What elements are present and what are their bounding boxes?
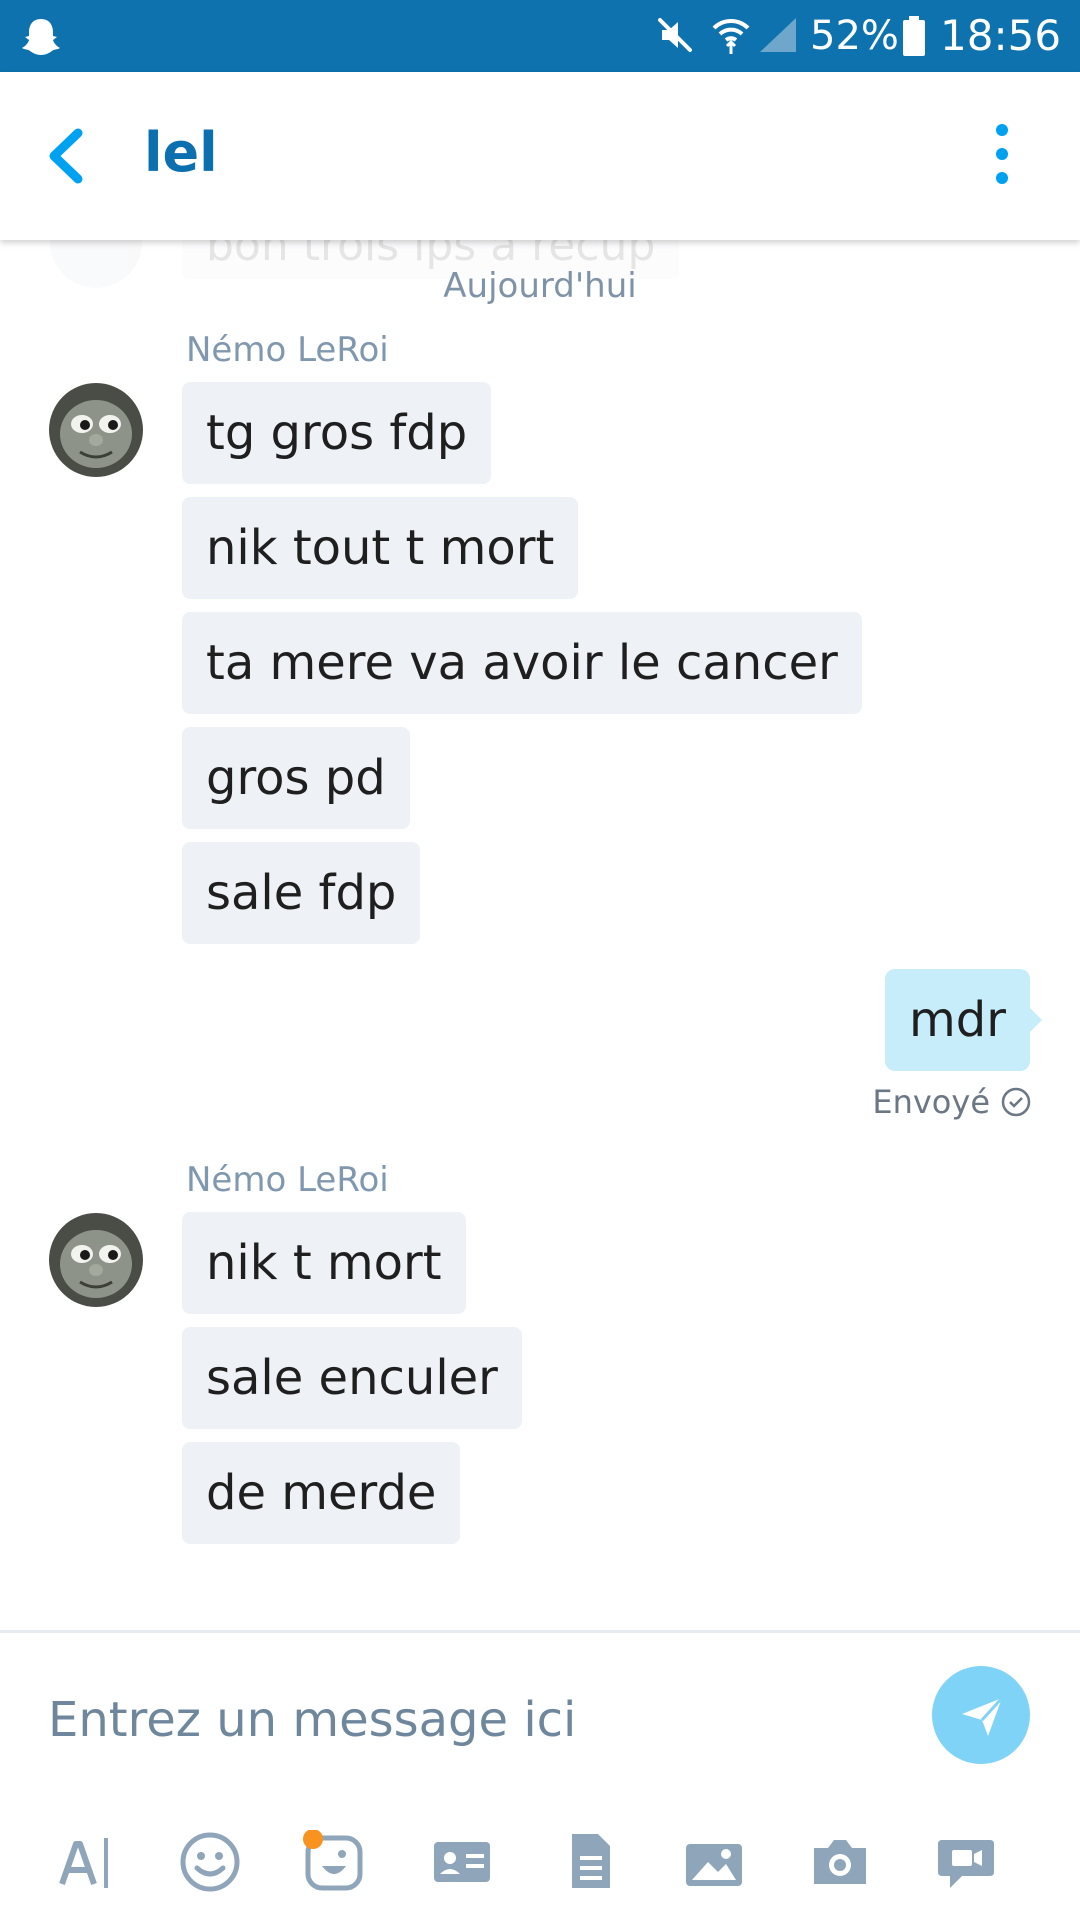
message-bubble[interactable]: sale enculer bbox=[182, 1327, 522, 1429]
outgoing-message-bubble[interactable]: mdr bbox=[885, 969, 1042, 1071]
mute-icon bbox=[658, 18, 692, 52]
send-button[interactable] bbox=[932, 1666, 1030, 1764]
text-format-icon[interactable] bbox=[54, 1830, 118, 1894]
conversation-header: lel bbox=[0, 72, 1080, 240]
message-bubble[interactable]: nik t mort bbox=[182, 1212, 466, 1314]
message-list[interactable]: bon trois ips a recup Aujourd'hui Némo L… bbox=[0, 240, 1080, 1630]
message-bubble[interactable]: de merde bbox=[182, 1442, 461, 1544]
wifi-icon bbox=[712, 18, 750, 54]
file-icon[interactable] bbox=[558, 1830, 622, 1894]
message-input[interactable]: Entrez un message ici bbox=[48, 1690, 908, 1750]
avatar[interactable] bbox=[48, 1212, 144, 1308]
battery-percent: 52% bbox=[810, 13, 899, 59]
clock: 18:56 bbox=[940, 11, 1062, 60]
battery-icon bbox=[903, 16, 925, 56]
back-arrow-icon[interactable] bbox=[44, 127, 88, 185]
sender-name: Némo LeRoi bbox=[186, 330, 389, 370]
message-bubble[interactable]: nik tout t mort bbox=[182, 497, 579, 599]
sender-name: Némo LeRoi bbox=[186, 1160, 389, 1200]
bubble-tail bbox=[1029, 1007, 1042, 1033]
signal-icon bbox=[760, 18, 796, 52]
message-bubble[interactable]: sale fdp bbox=[182, 842, 421, 944]
more-options-icon[interactable] bbox=[982, 120, 1022, 192]
message-bubble[interactable]: gros pd bbox=[182, 727, 410, 829]
delivery-status: Envoyé bbox=[872, 1082, 1032, 1122]
camera-icon[interactable] bbox=[808, 1830, 872, 1894]
snapchat-ghost-icon bbox=[22, 19, 60, 55]
emoji-icon[interactable] bbox=[178, 1830, 242, 1894]
date-separator: Aujourd'hui bbox=[443, 266, 637, 306]
send-icon bbox=[962, 1696, 1004, 1736]
composer-divider bbox=[0, 1630, 1080, 1633]
check-circle-icon bbox=[1001, 1087, 1031, 1117]
video-message-icon[interactable] bbox=[934, 1830, 998, 1894]
contact-card-icon[interactable] bbox=[430, 1830, 494, 1894]
message-bubble[interactable]: ta mere va avoir le cancer bbox=[182, 612, 862, 714]
status-bar: 52% 18:56 bbox=[0, 0, 1080, 72]
conversation-title[interactable]: lel bbox=[144, 122, 218, 184]
delivery-status-label: Envoyé bbox=[872, 1083, 990, 1121]
photo-gallery-icon[interactable] bbox=[682, 1830, 746, 1894]
message-bubble[interactable]: tg gros fdp bbox=[182, 382, 492, 484]
sticker-icon[interactable] bbox=[302, 1830, 366, 1894]
outgoing-message-text: mdr bbox=[909, 992, 1006, 1048]
notification-dot bbox=[303, 1830, 323, 1849]
avatar[interactable] bbox=[48, 382, 144, 478]
